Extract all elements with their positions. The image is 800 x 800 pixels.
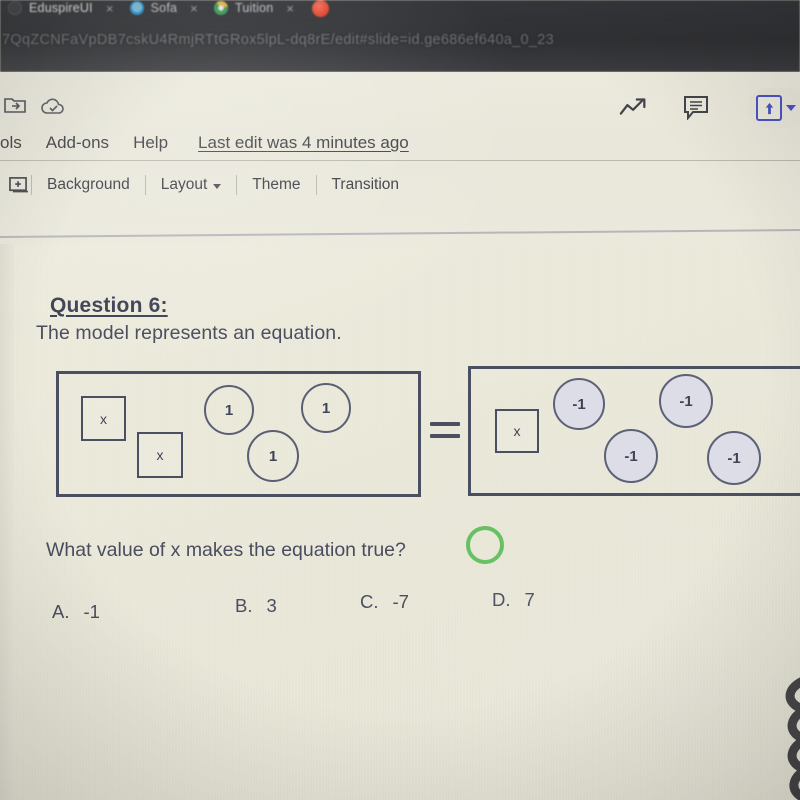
positive-unit-tile[interactable]: 1 [301,383,351,433]
background-label: Background [47,176,130,193]
answer-choice[interactable]: B. 3 [235,595,277,617]
close-icon[interactable]: × [106,2,114,15]
toolbar-divider [144,175,146,195]
question-prompt: What value of x makes the equation true? [46,539,406,561]
browser-tab-3-title: Tuition [234,1,274,15]
chevron-down-icon [213,183,222,189]
menubar-divider [0,160,800,161]
left-model-box[interactable]: xx111 [56,371,421,497]
variable-tile[interactable]: x [495,409,539,453]
browser-tab-2-title: Sofa [150,1,178,15]
slides-menu-bar: ols Add-ons Help Last edit was 4 minutes… [0,128,800,158]
answer-choices: A. -1 B. 3 C. -7 D. 7 [0,589,800,629]
answer-choice-value: -7 [392,591,409,612]
layout-label: Layout [160,176,208,193]
browser-tab-1-title: EduspireUI [29,1,93,15]
app-icon-row [0,88,800,132]
browser-tab-2[interactable]: Sofa × [122,0,206,20]
new-slide-icon[interactable] [8,176,29,194]
answer-choice-letter: B. [235,595,253,616]
question-subtitle: The model represents an equation. [36,322,342,344]
close-icon[interactable]: × [190,2,198,15]
equals-sign [430,420,460,442]
toolbar-divider [236,175,238,195]
background-button[interactable]: Background [34,176,143,194]
cloud-check-icon[interactable] [41,98,64,114]
toolbar-divider [315,175,317,195]
browser-tabstrip: EduspireUI × Sofa × Tuition × [0,0,800,20]
screen-photo: EduspireUI × Sofa × Tuition × 7QqZCNFaVp… [0,0,800,800]
chrome-icon [213,1,228,15]
browser-address-bar[interactable]: 7QqZCNFaVpDB7cskU4RmjRTtGRox5lpL-dq8rE/e… [0,26,800,54]
present-icon [756,95,782,121]
browser-chrome: EduspireUI × Sofa × Tuition × 7QqZCNFaVp… [0,0,800,72]
browser-tab-1[interactable]: EduspireUI × [0,0,122,20]
menu-item-add-ons[interactable]: Add-ons [34,133,121,153]
answer-choice-letter: A. [52,601,70,622]
browser-tab-3[interactable]: Tuition × [206,0,302,20]
toolbar-divider [31,175,32,195]
answer-choice[interactable]: D. 7 [492,589,535,611]
sofa-icon [129,1,144,15]
answer-choice-value: 3 [266,595,277,616]
right-model-box[interactable]: x -1 -1 -1 -1 [468,366,800,496]
negative-unit-tile[interactable]: -1 [604,429,658,483]
transition-label: Transition [331,176,400,193]
answer-choice-value: -1 [83,601,100,622]
page-title: Question 6: [50,294,168,317]
positive-unit-tile[interactable]: 1 [247,430,299,482]
slide-left-margin [0,244,14,800]
transition-button[interactable]: Transition [319,176,412,194]
last-edit-status[interactable]: Last edit was 4 minutes ago [198,133,409,153]
negative-unit-tile[interactable]: -1 [707,431,761,485]
folder-move-icon[interactable] [4,96,26,113]
menu-item-tools[interactable]: ols [0,133,34,153]
chevron-down-icon[interactable] [786,105,796,111]
variable-tile[interactable]: x [81,396,126,441]
trend-up-icon[interactable] [619,96,649,118]
positive-unit-tile[interactable]: 1 [204,385,254,435]
answer-choice[interactable]: A. -1 [52,601,100,623]
slides-app-chrome: ols Add-ons Help Last edit was 4 minutes… [0,72,800,297]
answer-choice-letter: C. [360,591,379,612]
theme-label: Theme [252,176,301,193]
negative-unit-tile[interactable]: -1 [659,374,713,428]
address-bar-url: 7QqZCNFaVpDB7cskU4RmjRTtGRox5lpL-dq8rE/e… [2,32,554,48]
variable-tile[interactable]: x [137,432,183,478]
answer-choice[interactable]: C. -7 [360,591,409,613]
present-button[interactable] [748,88,800,128]
record-indicator-icon [312,0,330,17]
coiled-object [694,660,800,800]
answer-choice-letter: D. [492,589,511,610]
annotation-green-circle [464,524,506,566]
slides-toolbar: Background Layout Theme Transition [0,168,800,202]
menu-item-help[interactable]: Help [121,133,180,153]
answer-choice-value: 7 [524,589,535,610]
theme-button[interactable]: Theme [239,176,313,194]
close-icon[interactable]: × [286,2,294,15]
eduspire-icon [8,1,22,15]
negative-unit-tile[interactable]: -1 [553,378,605,430]
layout-button[interactable]: Layout [148,176,235,194]
comment-icon[interactable] [682,94,710,121]
slide-canvas[interactable]: Question 6: The model represents an equa… [0,244,800,800]
